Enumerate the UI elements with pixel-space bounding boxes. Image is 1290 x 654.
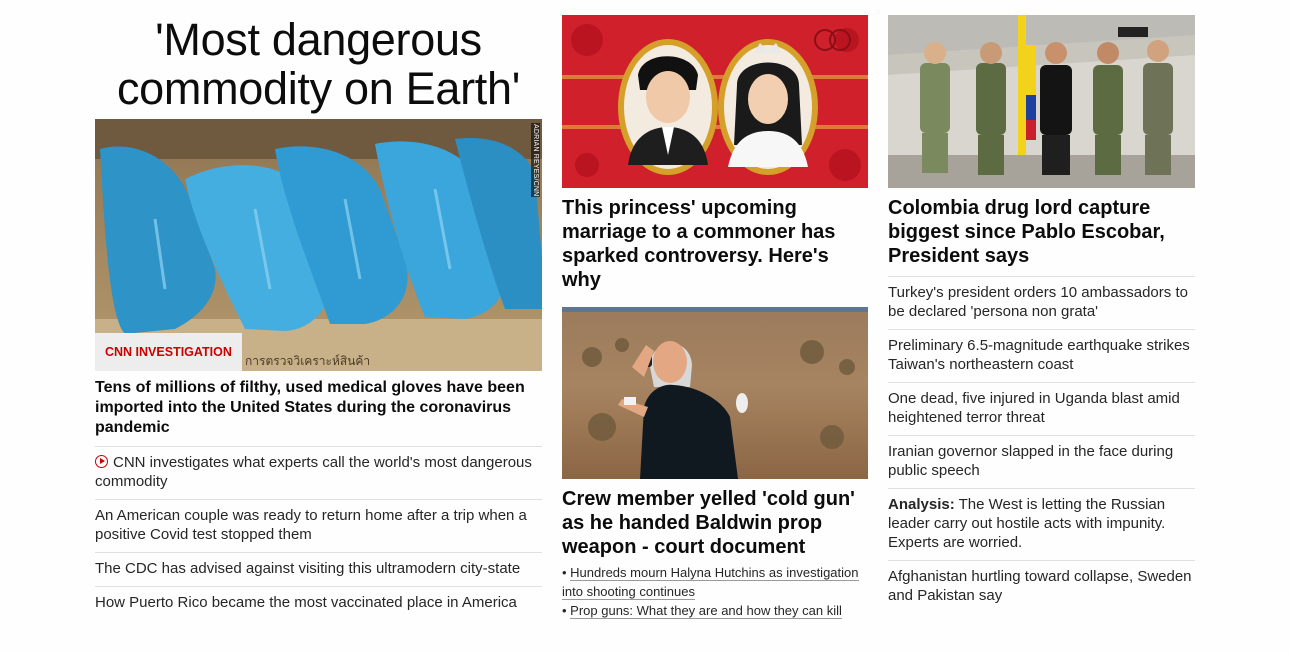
lead-headline[interactable]: Tens of millions of filthy, used medical… <box>95 378 542 438</box>
baldwin-headline[interactable]: Crew member yelled 'cold gun' as he hand… <box>562 487 868 559</box>
list-item[interactable]: The CDC has advised against visiting thi… <box>95 552 542 586</box>
princess-headline[interactable]: This princess' upcoming marriage to a co… <box>562 196 868 292</box>
list-item[interactable]: Iranian governor slapped in the face dur… <box>888 435 1195 488</box>
investigation-badge[interactable]: CNN INVESTIGATION <box>95 333 242 371</box>
play-icon <box>95 455 108 468</box>
baldwin-image[interactable] <box>562 307 868 479</box>
princess-illustration <box>562 15 868 188</box>
image-credit: ADRIAN REYES/CNN <box>531 123 540 198</box>
list-item[interactable]: How Puerto Rico became the most vaccinat… <box>95 586 542 620</box>
list-item-analysis[interactable]: Analysis: The West is letting the Russia… <box>888 488 1195 560</box>
box-print-text: การตรวจวิเคราะห์สินค้า <box>245 354 370 368</box>
gloves-image[interactable]: การตรวจวิเคราะห์สินค้า ADRIAN REYES/CNN … <box>95 119 542 371</box>
list-item[interactable]: Preliminary 6.5-magnitude earthquake str… <box>888 329 1195 382</box>
column-middle: This princess' upcoming marriage to a co… <box>562 0 868 620</box>
list-item[interactable]: CNN investigates what experts call the w… <box>95 446 542 499</box>
colombia-image[interactable] <box>888 15 1195 188</box>
colombia-photo <box>888 15 1195 188</box>
list-item[interactable]: An American couple was ready to return h… <box>95 499 542 552</box>
princess-image[interactable] <box>562 15 868 188</box>
related-link[interactable]: • Prop guns: What they are and how they … <box>562 601 868 620</box>
colombia-headline[interactable]: Colombia drug lord capture biggest since… <box>888 196 1195 268</box>
related-list: CNN investigates what experts call the w… <box>95 446 542 620</box>
analysis-label: Analysis: <box>888 496 955 513</box>
section-headline[interactable]: 'Most dangerous commodity on Earth' <box>95 15 542 113</box>
list-item[interactable]: Afghanistan hurtling toward collapse, Sw… <box>888 560 1195 613</box>
related-link[interactable]: • Hundreds mourn Halyna Hutchins as inve… <box>562 563 868 601</box>
related-links: • Hundreds mourn Halyna Hutchins as inve… <box>562 563 868 620</box>
column-right: Colombia drug lord capture biggest since… <box>888 0 1195 613</box>
column-left: 'Most dangerous commodity on Earth' การต… <box>95 0 542 620</box>
headline-list: Turkey's president orders 10 ambassadors… <box>888 276 1195 613</box>
list-item[interactable]: Turkey's president orders 10 ambassadors… <box>888 276 1195 329</box>
list-item[interactable]: One dead, five injured in Uganda blast a… <box>888 382 1195 435</box>
baldwin-photo <box>562 307 868 479</box>
